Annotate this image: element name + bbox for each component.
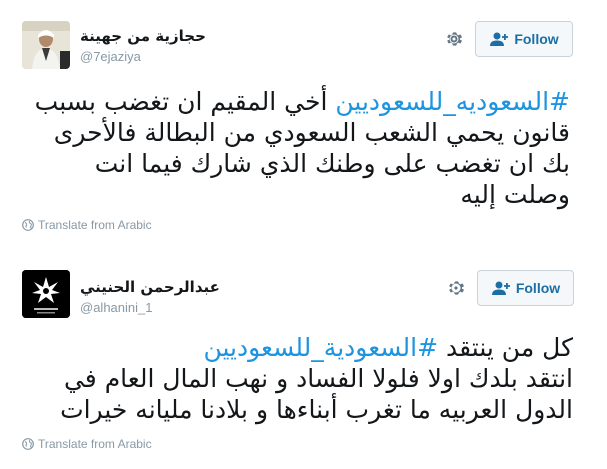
tweet-text-line: كل من ينتقد #السعودية_للسعوديين [60,332,573,363]
translate-link[interactable]: Translate from Arabic [22,218,152,232]
tweet-text-line: قانون يحمي الشعب السعودي من البطالة فالأ… [53,118,570,147]
translate-link[interactable]: Translate from Arabic [22,437,152,451]
hashtag-link[interactable]: #السعودية_للسعوديين [203,333,438,362]
globe-icon [22,219,34,231]
globe-icon [22,438,34,450]
user-plus-icon [491,280,511,296]
follow-button[interactable]: Follow [475,21,573,57]
tweet-text: #السعوديه_للسعوديين أخي المقيم ان تغضب ب… [35,86,570,210]
tweet-text-segment: كل من ينتقد [438,333,573,362]
avatar[interactable] [22,21,70,69]
user-plus-icon [489,31,509,47]
tweet-text-segment: أخي المقيم ان تغضب بسبب [34,87,336,116]
user-handle[interactable]: @alhanini_1 [80,299,220,317]
gear-icon[interactable] [446,278,466,298]
hashtag-link[interactable]: #السعوديه_للسعوديين [335,87,570,116]
gear-icon[interactable] [444,29,464,49]
follow-label: Follow [515,280,561,296]
follow-button[interactable]: Follow [477,270,574,306]
translate-label: Translate from Arabic [38,218,152,232]
tweet-card: عبدالرحمن الحنيني @alhanini_1 Follow كل … [0,250,607,469]
translate-label: Translate from Arabic [38,437,152,451]
tweet-text-line: انتقد بلدك اولا فلولا الفساد و نهب المال… [63,364,573,393]
user-names: حجازية من جهينة @7ejaziya [80,26,206,66]
tweet-card: حجازية من جهينة @7ejaziya Follow #السعود… [0,0,607,248]
user-handle[interactable]: @7ejaziya [80,48,206,66]
user-names: عبدالرحمن الحنيني @alhanini_1 [80,277,220,317]
display-name[interactable]: حجازية من جهينة [80,26,206,46]
tweet-text-line: #السعوديه_للسعوديين أخي المقيم ان تغضب ب… [35,86,570,117]
tweet-text-line: بك ان تغضب على وطنك الذي شارك فيما انت [94,149,570,178]
display-name[interactable]: عبدالرحمن الحنيني [80,277,220,297]
tweet-text-line: وصلت إليه [460,180,570,209]
tweet-text: كل من ينتقد #السعودية_للسعوديين انتقد بل… [60,332,573,425]
follow-label: Follow [514,31,559,47]
avatar[interactable] [22,270,70,318]
tweet-text-line: الدول العربيه ما تغرب أبناءها و بلادنا م… [60,395,573,424]
